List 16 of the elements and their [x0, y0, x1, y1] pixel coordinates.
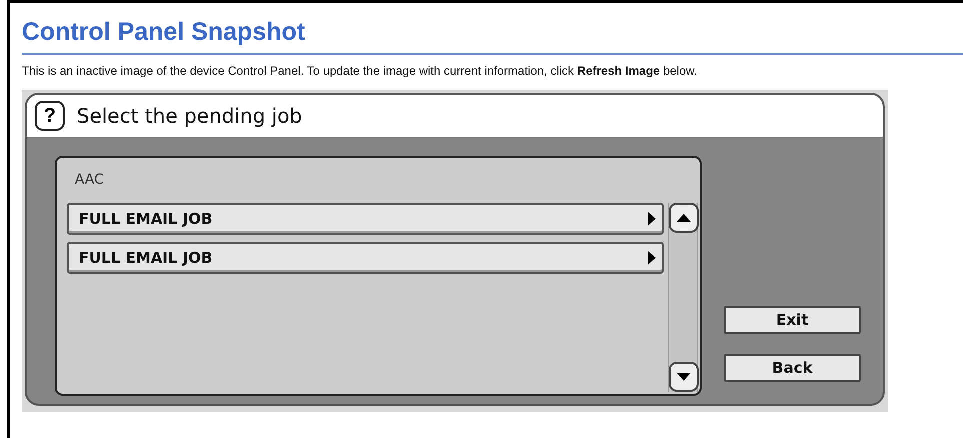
scroll-down-button[interactable] [669, 362, 699, 392]
prompt-text: Select the pending job [77, 103, 302, 130]
scrollbar[interactable] [668, 203, 698, 392]
panel-button[interactable]: Exit [724, 306, 861, 334]
right-arrow-icon [648, 251, 656, 265]
page-title: Control Panel Snapshot [22, 17, 963, 55]
description-text: This is an inactive image of the device Control Panel. To update the image with current information, click Refresh Image below. [22, 63, 698, 80]
list-title: AAC [75, 171, 106, 190]
panel-button[interactable]: Back [724, 354, 861, 382]
up-arrow-icon [676, 213, 692, 223]
help-button[interactable]: ? [35, 101, 65, 131]
job-item[interactable]: FULL EMAIL JOB [67, 242, 664, 274]
down-arrow-icon [676, 372, 692, 382]
job-item[interactable]: FULL EMAIL JOB [67, 203, 664, 235]
right-arrow-icon [648, 212, 656, 226]
scroll-up-button[interactable] [669, 203, 699, 233]
